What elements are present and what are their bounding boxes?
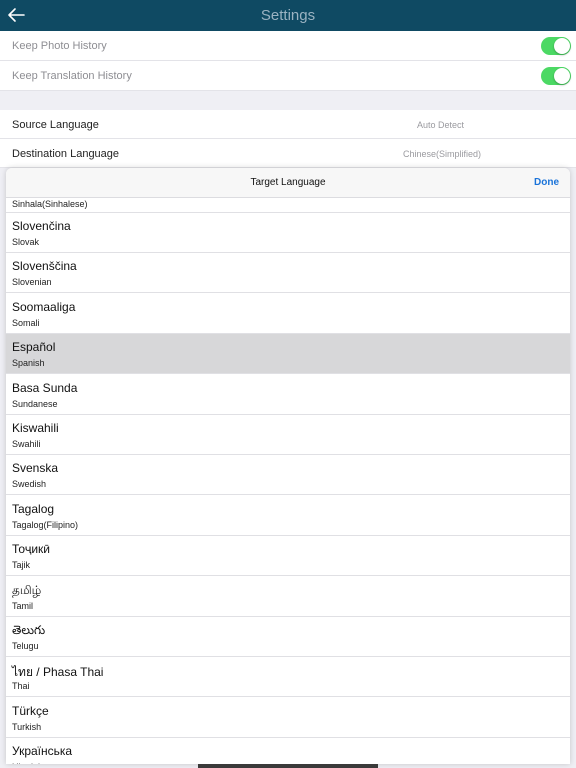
- language-english-name: Somali: [12, 317, 40, 328]
- language-native-name: Тоҷикӣ: [12, 542, 50, 557]
- language-english-name: Sinhala(Sinhalese): [12, 199, 88, 209]
- setting-row-photo-history: Keep Photo History: [0, 31, 576, 61]
- translation-history-toggle[interactable]: [541, 67, 571, 85]
- language-english-name: Slovak: [12, 237, 40, 247]
- source-language-label: Source Language: [12, 119, 99, 131]
- language-item[interactable]: Soomaaliga Somali: [6, 294, 570, 334]
- destination-language-row[interactable]: Destination Language Chinese(Simplified): [0, 139, 576, 168]
- language-native-name: தமிழ்: [12, 582, 42, 597]
- setting-row-translation-history: Keep Translation History: [0, 61, 576, 91]
- list-item[interactable]: Sinhala(Sinhalese): [6, 198, 570, 213]
- language-english-name: Slovenian: [12, 277, 52, 288]
- language-native-name: తెలుగు: [12, 623, 46, 637]
- language-item[interactable]: Español Spanish: [6, 334, 570, 375]
- language-list[interactable]: Sinhala(Sinhalese) Slovenčina Slovak Slove…: [6, 198, 570, 764]
- photo-history-toggle[interactable]: [541, 37, 571, 55]
- language-item[interactable]: Türkçe Turkish: [6, 698, 570, 738]
- language-item[interactable]: Slovenčina Slovak: [6, 213, 570, 253]
- language-english-name: Spanish: [12, 358, 45, 369]
- language-item[interactable]: తెలుగు Telugu: [6, 617, 570, 657]
- language-item[interactable]: Basa Sunda Sundanese: [6, 375, 570, 415]
- done-button[interactable]: Done: [534, 168, 559, 198]
- language-english-name: Swahili: [12, 439, 41, 449]
- toggle-knob: [554, 68, 570, 84]
- language-native-name: Basa Sunda: [12, 380, 78, 395]
- language-item[interactable]: Тоҷикӣ Tajik: [6, 536, 570, 577]
- language-english-name: Tagalog(Filipino): [12, 519, 79, 530]
- page-title: Settings: [260, 7, 316, 24]
- language-picker-popover: Target Language Done Sinhala(Sinhalese) …: [6, 168, 570, 764]
- language-english-name: Tamil: [12, 600, 34, 611]
- app-header: Settings: [0, 0, 576, 31]
- language-english-name: Tajik: [12, 560, 31, 571]
- setting-label: Keep Translation History: [12, 70, 132, 82]
- language-english-name: Telugu: [12, 641, 39, 651]
- language-native-name: Svenska: [12, 461, 59, 476]
- language-native-name: Slovenčina: [12, 219, 71, 233]
- toggle-knob: [554, 38, 570, 54]
- language-english-name: Ukrainian: [12, 762, 50, 764]
- language-native-name: ไทย / Phasa Thai: [12, 665, 104, 680]
- language-native-name: Українська: [12, 744, 73, 759]
- destination-language-value: Chinese(Simplified): [403, 149, 482, 159]
- language-english-name: Thai: [12, 681, 30, 692]
- language-native-name: Tagalog: [12, 501, 55, 516]
- language-native-name: Kiswahili: [12, 421, 59, 435]
- picker-title: Target Language: [250, 177, 326, 188]
- ad-banner[interactable]: [198, 764, 378, 768]
- language-item[interactable]: Slovenščina Slovenian: [6, 253, 570, 294]
- language-item[interactable]: Tagalog Tagalog(Filipino): [6, 496, 570, 536]
- language-english-name: Turkish: [12, 721, 42, 732]
- language-item[interactable]: Kiswahili Swahili: [6, 415, 570, 455]
- setting-label: Keep Photo History: [12, 40, 107, 52]
- language-native-name: Soomaaliga: [12, 299, 76, 314]
- source-language-value: Auto Detect: [417, 120, 465, 130]
- language-english-name: Sundanese: [12, 398, 58, 409]
- language-item[interactable]: தமிழ் Tamil: [6, 577, 570, 617]
- destination-language-label: Destination Language: [12, 148, 120, 160]
- source-language-row[interactable]: Source Language Auto Detect: [0, 110, 576, 139]
- picker-header: Target Language Done: [6, 168, 570, 198]
- language-native-name: Español: [12, 340, 56, 355]
- language-native-name: Slovenščina: [12, 259, 77, 274]
- language-item[interactable]: ไทย / Phasa Thai Thai: [6, 657, 570, 698]
- language-native-name: Türkçe: [12, 703, 49, 718]
- language-item[interactable]: Українська Ukrainian: [6, 738, 570, 764]
- language-item[interactable]: Svenska Swedish: [6, 455, 570, 496]
- language-english-name: Swedish: [12, 479, 47, 490]
